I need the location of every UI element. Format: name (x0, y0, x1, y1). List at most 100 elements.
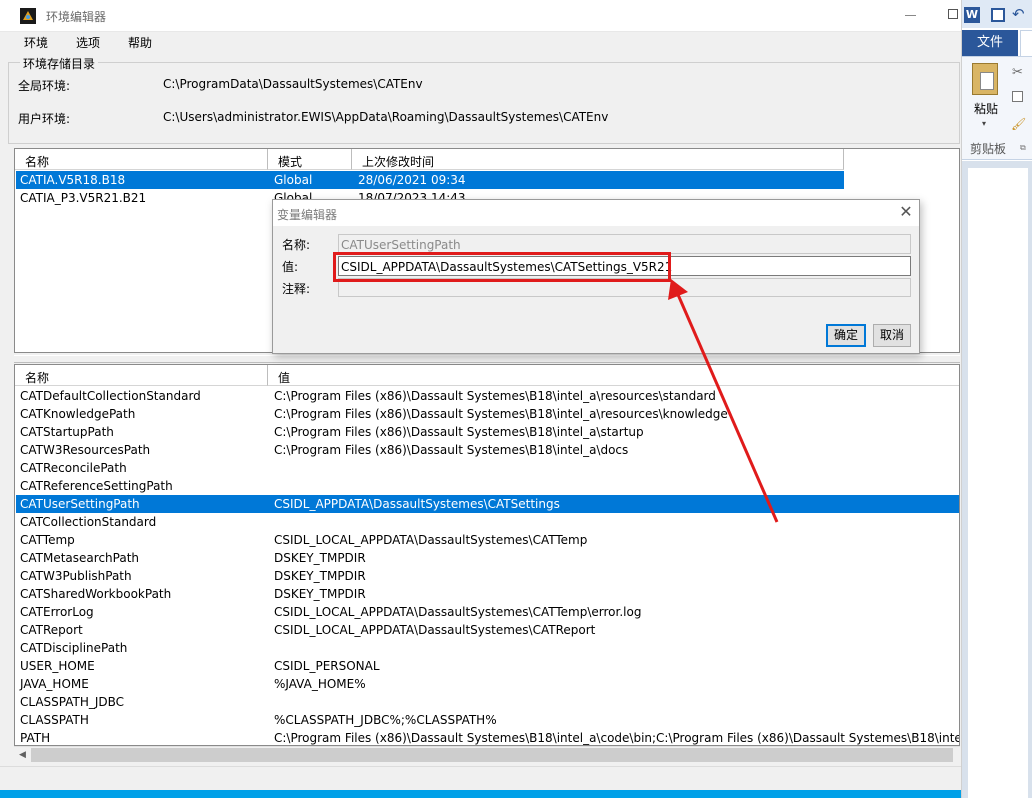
variable-row[interactable]: CATErrorLog CSIDL_LOCAL_APPDATA\DassaultS… (16, 603, 959, 621)
variable-row[interactable]: CATReport CSIDL_LOCAL_APPDATA\DassaultSys… (16, 621, 959, 639)
name-field: CATUserSettingPath (338, 234, 911, 254)
user-env-path: C:\Users\administrator.EWIS\AppData\Roam… (163, 110, 609, 124)
variable-name: JAVA_HOME (20, 677, 89, 691)
paste-button[interactable]: 粘贴 (974, 100, 998, 117)
app-icon (20, 8, 36, 24)
save-icon[interactable] (991, 8, 1005, 22)
menu-environment[interactable]: 环境 (24, 34, 48, 51)
window-title: 环境编辑器 (46, 10, 107, 24)
variable-name: CLASSPATH (20, 713, 89, 727)
column-header-name[interactable]: 名称 (15, 149, 268, 170)
variable-row[interactable]: USER_HOME CSIDL_PERSONAL (16, 657, 959, 675)
variable-row[interactable]: CATCollectionStandard (16, 513, 959, 531)
cancel-button[interactable]: 取消 (873, 324, 911, 347)
variable-name: CATW3PublishPath (20, 569, 132, 583)
file-tab[interactable]: 文件 (962, 30, 1018, 56)
user-env-label: 用户环境: (18, 112, 71, 126)
dialog-launcher-icon[interactable]: ⧉ (1020, 143, 1026, 153)
scroll-left-icon[interactable]: ◀ (14, 747, 31, 763)
status-bar (0, 766, 962, 790)
document-page[interactable] (968, 168, 1028, 798)
column-header-modified[interactable]: 上次修改时间 (352, 149, 844, 170)
env-storage-label: 环境存储目录 (20, 55, 99, 72)
variable-name: CATMetasearchPath (20, 551, 140, 565)
variable-name: CATDefaultCollectionStandard (20, 389, 201, 403)
chevron-down-icon[interactable]: ▾ (982, 119, 986, 128)
variable-value: C:\Program Files (x86)\Dassault Systemes… (274, 443, 629, 457)
variable-row[interactable]: CATReferenceSettingPath (16, 477, 959, 495)
variable-row[interactable]: CATW3PublishPath DSKEY_TMPDIR (16, 567, 959, 585)
variable-list[interactable]: 名称 值 CATDefaultCollectionStandard C:\Prog… (14, 364, 960, 746)
variable-row[interactable]: CATReconcilePath (16, 459, 959, 477)
variable-value: CSIDL_LOCAL_APPDATA\DassaultSystemes\CAT… (274, 533, 588, 547)
variable-row[interactable]: CATMetasearchPath DSKEY_TMPDIR (16, 549, 959, 567)
variable-value: C:\Program Files (x86)\Dassault Systemes… (274, 407, 728, 421)
horizontal-scrollbar[interactable]: ◀ (14, 746, 960, 763)
variable-name: CATCollectionStandard (20, 515, 157, 529)
variable-value: DSKEY_TMPDIR (274, 587, 366, 601)
variable-row[interactable]: JAVA_HOME %JAVA_HOME% (16, 675, 959, 693)
variable-value: CSIDL_PERSONAL (274, 659, 380, 673)
variable-name: CATDisciplinePath (20, 641, 128, 655)
variable-row[interactable]: CATTemp CSIDL_LOCAL_APPDATA\DassaultSyste… (16, 531, 959, 549)
variable-row[interactable]: CATW3ResourcesPath C:\Program Files (x86)… (16, 441, 959, 459)
variable-row[interactable]: CATKnowledgePath C:\Program Files (x86)\D… (16, 405, 959, 423)
env-row-name: CATIA.V5R18.B18 (20, 173, 126, 187)
variable-value: C:\Program Files (x86)\Dassault Systemes… (274, 389, 716, 403)
undo-icon[interactable]: ↶ (1012, 5, 1025, 23)
dialog-title: 变量编辑器 (277, 208, 338, 222)
taskbar-strip (0, 790, 962, 798)
column-header-var-value[interactable]: 值 (268, 365, 959, 386)
variable-value: C:\Program Files (x86)\Dassault Systemes… (274, 731, 960, 745)
name-label: 名称: (282, 238, 311, 252)
env-storage-group (8, 62, 960, 144)
ribbon: 粘贴 ▾ ✂ 🖌 剪贴板 ⧉ (962, 56, 1032, 160)
env-row[interactable]: CATIA.V5R18.B18 Global 28/06/2021 09:34 (16, 171, 844, 189)
variable-row[interactable]: CATDisciplinePath (16, 639, 959, 657)
column-header-mode[interactable]: 模式 (268, 149, 352, 170)
scrollbar-thumb[interactable] (31, 748, 953, 762)
variable-row[interactable]: CATSharedWorkbookPath DSKEY_TMPDIR (16, 585, 959, 603)
copy-icon[interactable] (1012, 91, 1023, 102)
menu-bar: 环境 选项 帮助 (0, 32, 962, 52)
ok-button[interactable]: 确定 (826, 324, 866, 347)
variable-row[interactable]: CLASSPATH_JDBC (16, 693, 959, 711)
env-row-modified: 28/06/2021 09:34 (358, 173, 466, 187)
splitter[interactable] (14, 355, 960, 363)
quick-access-toolbar: W ↶ (962, 0, 1032, 28)
variable-name: CATTemp (20, 533, 75, 547)
home-tab[interactable] (1020, 30, 1032, 56)
variable-name: CATUserSettingPath (20, 497, 140, 511)
menu-help[interactable]: 帮助 (128, 34, 152, 51)
variable-value: CSIDL_APPDATA\DassaultSystemes\CATSettin… (274, 497, 560, 511)
variable-name: CATKnowledgePath (20, 407, 136, 421)
paste-icon[interactable] (972, 63, 998, 95)
variable-name: PATH (20, 731, 51, 745)
variable-name: CATStartupPath (20, 425, 114, 439)
variable-row[interactable]: CLASSPATH %CLASSPATH_JDBC%;%CLASSPATH% (16, 711, 959, 729)
annotation-highlight-box (333, 252, 671, 282)
word-icon: W (964, 7, 980, 23)
env-row-mode: Global (274, 173, 313, 187)
column-header-var-name[interactable]: 名称 (15, 365, 268, 386)
variable-value: %JAVA_HOME% (274, 677, 366, 691)
global-env-label: 全局环境: (18, 79, 71, 93)
menu-options[interactable]: 选项 (76, 34, 100, 51)
variable-name: CATSharedWorkbookPath (20, 587, 172, 601)
cut-icon[interactable]: ✂ (1012, 65, 1023, 80)
maximize-button[interactable] (948, 9, 958, 19)
variable-name: USER_HOME (20, 659, 95, 673)
variable-row[interactable]: CATUserSettingPath CSIDL_APPDATA\Dassault… (16, 495, 959, 513)
value-label: 值: (282, 260, 299, 274)
variable-row[interactable]: PATH C:\Program Files (x86)\Dassault Syst… (16, 729, 960, 745)
variable-name: CATReport (20, 623, 83, 637)
format-painter-icon[interactable]: 🖌 (1011, 117, 1026, 131)
variable-name: CATReconcilePath (20, 461, 127, 475)
minimize-button[interactable] (905, 15, 916, 16)
variable-value: C:\Program Files (x86)\Dassault Systemes… (274, 425, 644, 439)
variable-row[interactable]: CATDefaultCollectionStandard C:\Program F… (16, 387, 959, 405)
word-window: W ↶ 文件 粘贴 ▾ ✂ 🖌 剪贴板 ⧉ (961, 0, 1032, 798)
env-row-name: CATIA_P3.V5R21.B21 (20, 191, 147, 205)
variable-row[interactable]: CATStartupPath C:\Program Files (x86)\Das… (16, 423, 959, 441)
close-icon[interactable]: ✕ (897, 203, 915, 221)
